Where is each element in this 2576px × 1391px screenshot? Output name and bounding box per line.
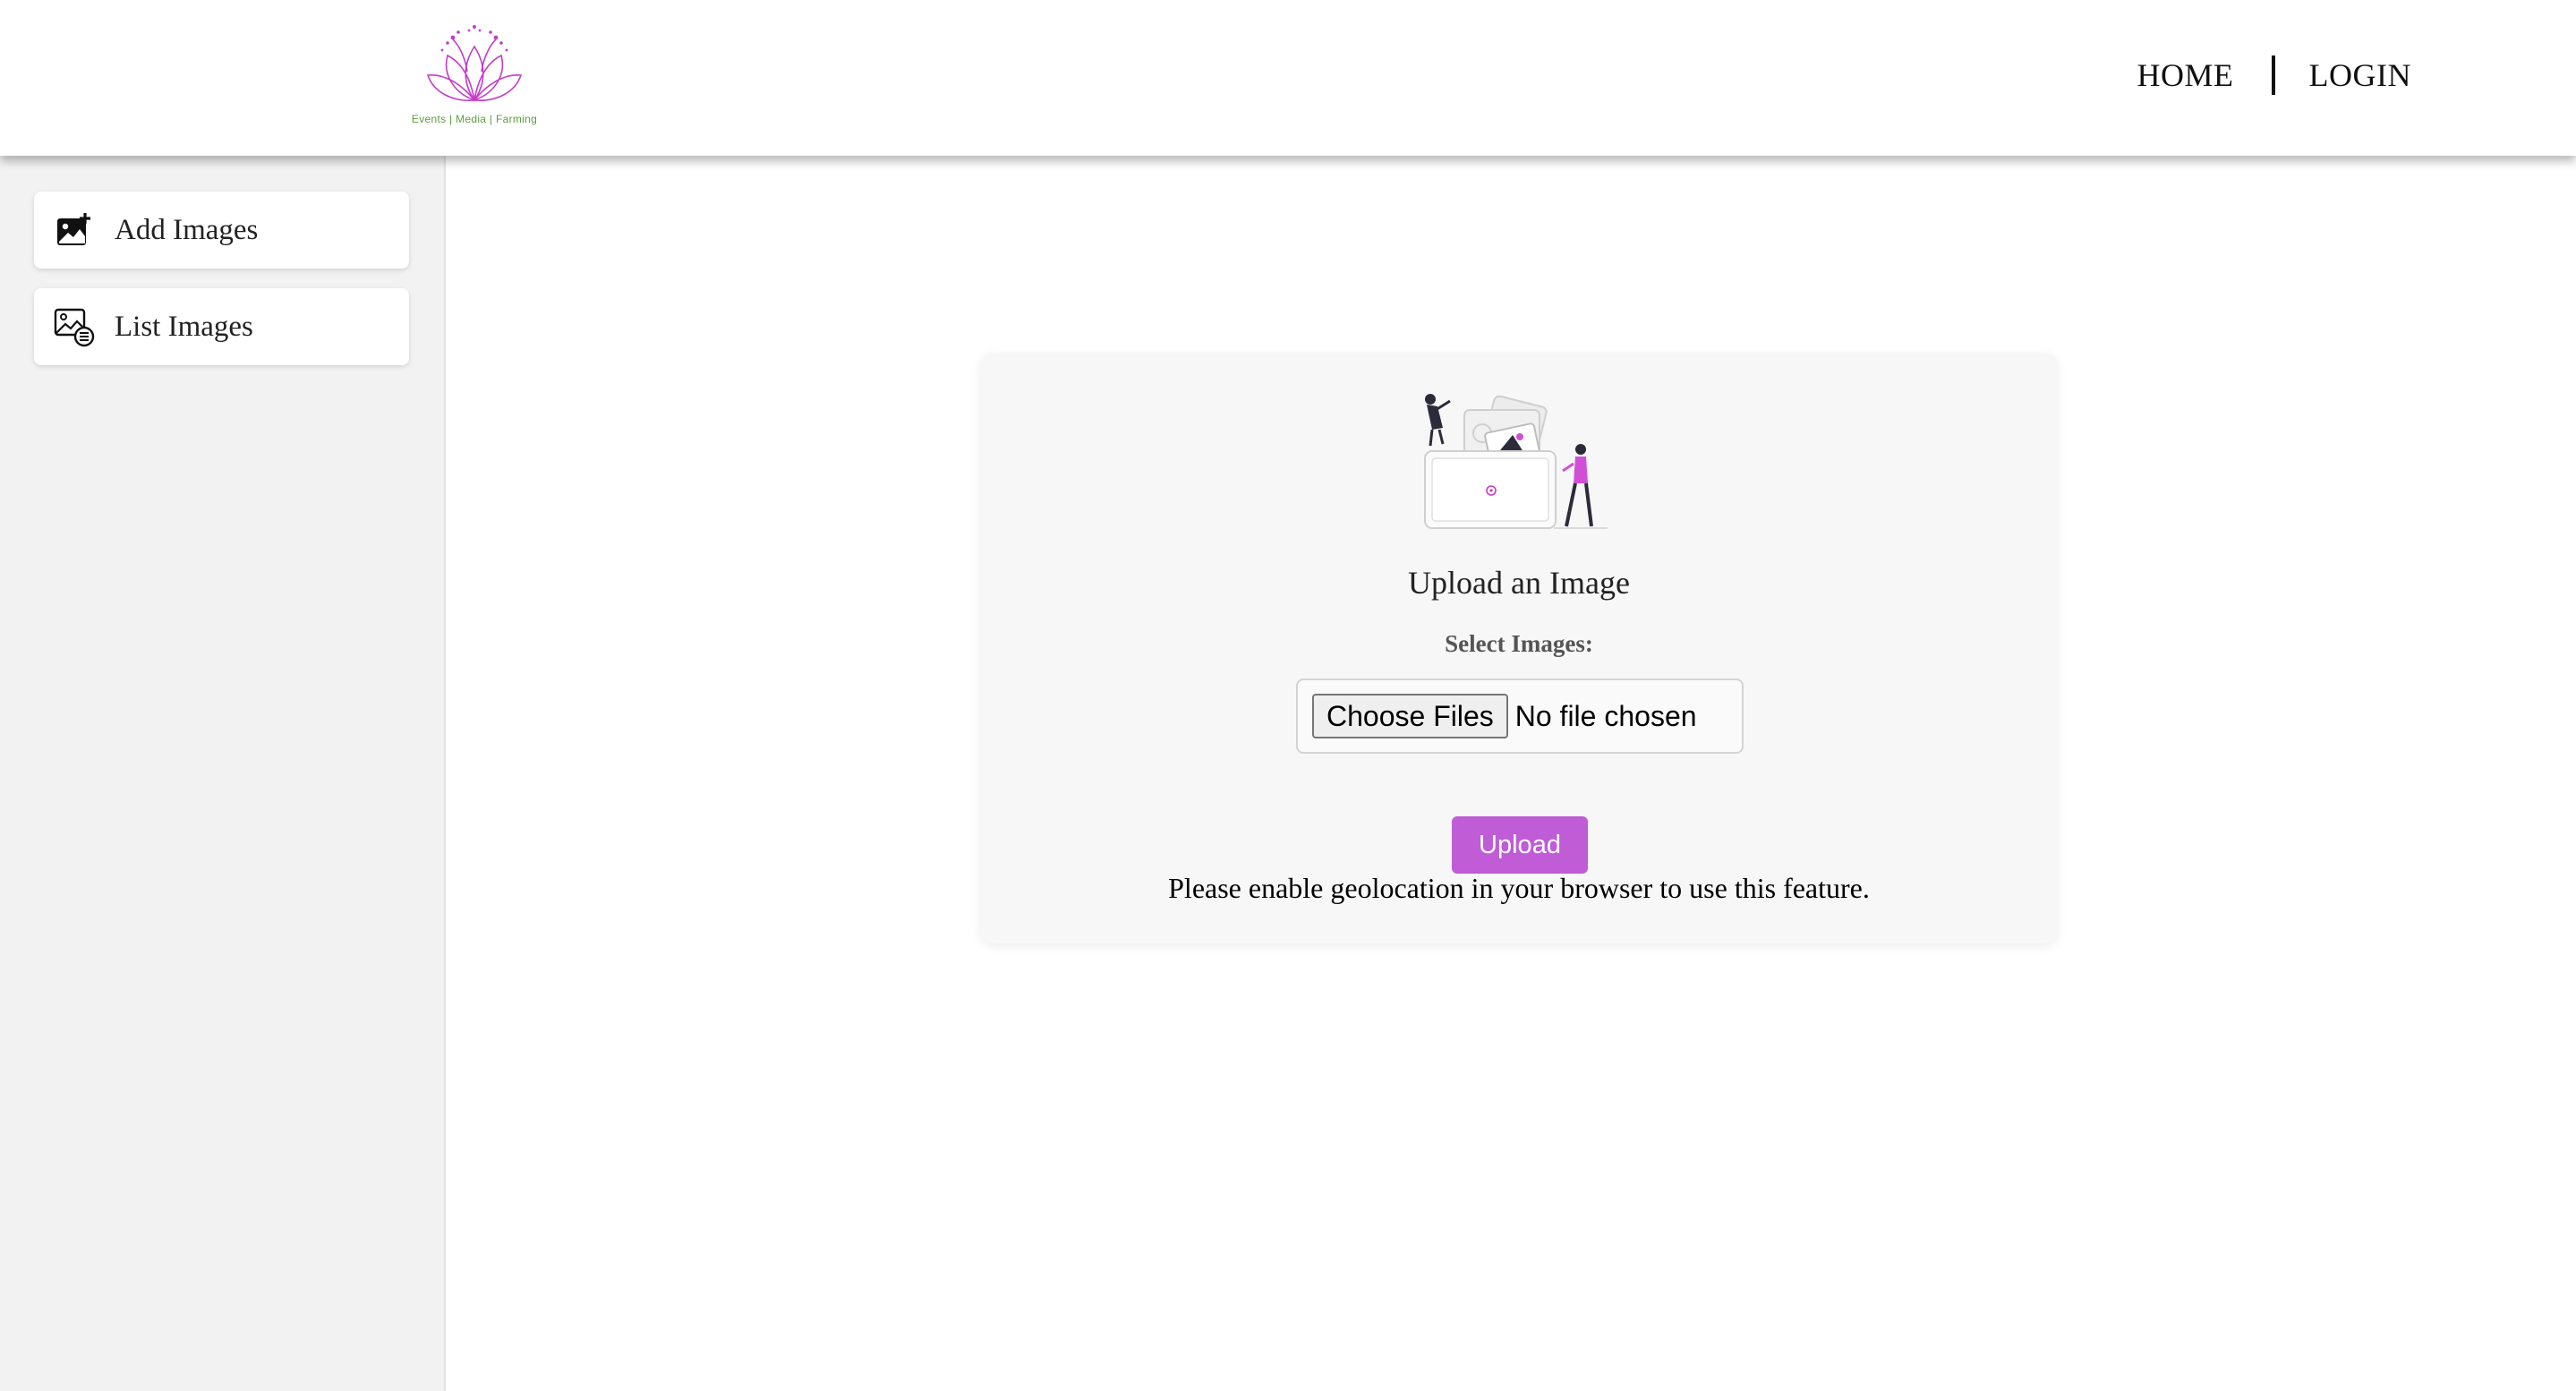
sidebar-item-add-images[interactable]: Add Images <box>34 192 409 269</box>
geolocation-message: Please enable geolocation in your browse… <box>1168 872 1870 904</box>
upload-illustration-icon <box>1424 394 1608 529</box>
top-nav: HOME LOGIN <box>2137 50 2411 100</box>
brand-tagline: Events | Media | Farming <box>411 113 538 125</box>
upload-button[interactable]: Upload <box>1452 816 1588 874</box>
choose-files-button[interactable]: Choose Files <box>1312 694 1508 738</box>
lotus-logo-icon <box>426 25 523 102</box>
add-image-icon <box>54 209 95 251</box>
sidebar-item-label: Add Images <box>115 213 259 246</box>
nav-login-link[interactable]: LOGIN <box>2309 56 2411 94</box>
sidebar-item-list-images[interactable]: List Images <box>34 288 409 365</box>
file-input[interactable]: Choose Files No file chosen <box>1296 678 1744 754</box>
sidebar-item-label: List Images <box>115 310 253 343</box>
nav-home-link[interactable]: HOME <box>2137 56 2234 94</box>
nav-divider <box>2271 55 2275 95</box>
file-status-text: No file chosen <box>1514 699 1697 732</box>
brand-logo[interactable]: Events | Media | Farming <box>403 20 546 134</box>
upload-title: Upload an Image <box>1408 565 1630 601</box>
top-header: Events | Media | Farming HOME LOGIN <box>0 0 2576 156</box>
sidebar: Add Images List Images <box>0 156 446 1391</box>
upload-card: Upload an Image Select Images: Choose Fi… <box>981 353 2057 943</box>
select-images-label: Select Images: <box>1445 630 1593 657</box>
list-images-icon <box>54 306 95 347</box>
